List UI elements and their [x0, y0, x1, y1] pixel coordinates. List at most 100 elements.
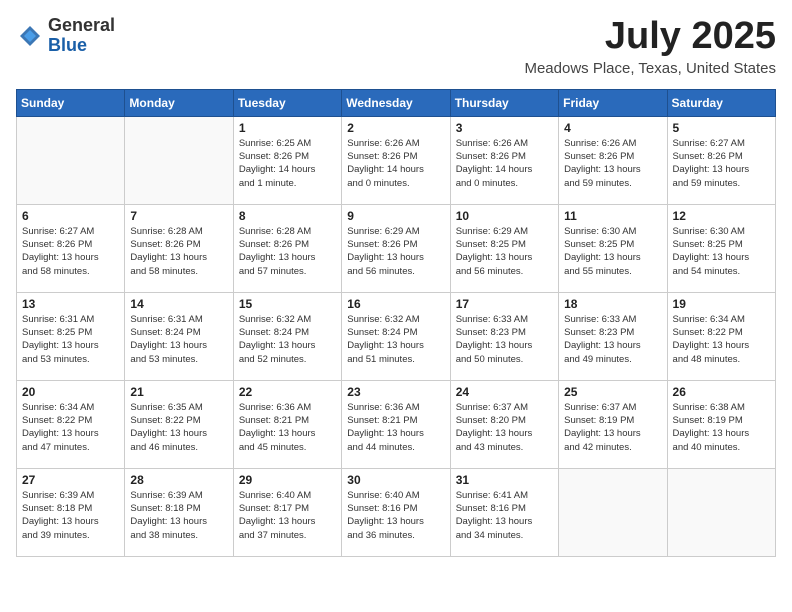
- calendar-cell: 24Sunrise: 6:37 AMSunset: 8:20 PMDayligh…: [450, 380, 558, 468]
- day-number: 10: [456, 209, 553, 223]
- cell-line: Daylight: 13 hours: [130, 428, 207, 439]
- cell-content: Sunrise: 6:35 AMSunset: 8:22 PMDaylight:…: [130, 401, 227, 454]
- month-title: July 2025: [524, 16, 776, 58]
- cell-line: Daylight: 13 hours: [22, 516, 99, 527]
- cell-line: Daylight: 13 hours: [347, 252, 424, 263]
- cell-content: Sunrise: 6:27 AMSunset: 8:26 PMDaylight:…: [673, 137, 770, 190]
- cell-line: and 1 minute.: [239, 178, 297, 189]
- calendar-cell: 2Sunrise: 6:26 AMSunset: 8:26 PMDaylight…: [342, 116, 450, 204]
- cell-line: Sunset: 8:19 PM: [564, 415, 634, 426]
- cell-line: Sunrise: 6:37 AM: [564, 402, 636, 413]
- calendar-cell: 8Sunrise: 6:28 AMSunset: 8:26 PMDaylight…: [233, 204, 341, 292]
- cell-line: Sunset: 8:24 PM: [347, 327, 417, 338]
- cell-content: Sunrise: 6:31 AMSunset: 8:24 PMDaylight:…: [130, 313, 227, 366]
- cell-line: Daylight: 13 hours: [456, 428, 533, 439]
- cell-line: Sunset: 8:26 PM: [456, 151, 526, 162]
- cell-line: and 44 minutes.: [347, 442, 415, 453]
- calendar-cell: 30Sunrise: 6:40 AMSunset: 8:16 PMDayligh…: [342, 468, 450, 556]
- calendar-cell: 20 Sunrise: 6:34 AMSunset: 8:22 PMDayligh…: [17, 380, 125, 468]
- cell-line: Sunset: 8:23 PM: [564, 327, 634, 338]
- cell-line: Sunset: 8:25 PM: [456, 239, 526, 250]
- cell-line: Sunset: 8:21 PM: [347, 415, 417, 426]
- cell-line: and 53 minutes.: [130, 354, 198, 365]
- cell-line: Sunset: 8:26 PM: [239, 239, 309, 250]
- day-number: 7: [130, 209, 227, 223]
- calendar-cell: 1 Sunrise: 6:25 AMSunset: 8:26 PMDaylight…: [233, 116, 341, 204]
- day-number: 14: [130, 297, 227, 311]
- cell-line: Sunrise: 6:33 AM: [564, 314, 636, 325]
- calendar-table: SundayMondayTuesdayWednesdayThursdayFrid…: [16, 89, 776, 557]
- day-number: 20: [22, 385, 119, 399]
- cell-line: and 50 minutes.: [456, 354, 524, 365]
- cell-line: Sunrise: 6:34 AM: [673, 314, 745, 325]
- week-row-2: 6Sunrise: 6:27 AMSunset: 8:26 PMDaylight…: [17, 204, 776, 292]
- calendar-cell: [125, 116, 233, 204]
- cell-content: Sunrise: 6:37 AMSunset: 8:20 PMDaylight:…: [456, 401, 553, 454]
- day-number: 26: [673, 385, 770, 399]
- calendar-cell: 11Sunrise: 6:30 AMSunset: 8:25 PMDayligh…: [559, 204, 667, 292]
- cell-content: Sunrise: 6:36 AMSunset: 8:21 PMDaylight:…: [347, 401, 444, 454]
- cell-content: Sunrise: 6:36 AMSunset: 8:21 PMDaylight:…: [239, 401, 336, 454]
- cell-line: Daylight: 13 hours: [564, 164, 641, 175]
- calendar-cell: 6Sunrise: 6:27 AMSunset: 8:26 PMDaylight…: [17, 204, 125, 292]
- calendar-cell: 31Sunrise: 6:41 AMSunset: 8:16 PMDayligh…: [450, 468, 558, 556]
- cell-line: Daylight: 14 hours: [239, 164, 316, 175]
- cell-line: Sunset: 8:21 PM: [239, 415, 309, 426]
- cell-line: Sunrise: 6:26 AM: [347, 138, 419, 149]
- cell-line: Daylight: 13 hours: [673, 428, 750, 439]
- calendar-cell: [17, 116, 125, 204]
- day-number: 1: [239, 121, 336, 135]
- cell-content: Sunrise: 6:38 AMSunset: 8:19 PMDaylight:…: [673, 401, 770, 454]
- cell-line: Sunset: 8:25 PM: [22, 327, 92, 338]
- cell-content: Sunrise: 6:34 AMSunset: 8:22 PMDaylight:…: [22, 401, 119, 454]
- day-number: 15: [239, 297, 336, 311]
- cell-line: Sunrise: 6:28 AM: [239, 226, 311, 237]
- calendar-cell: 21Sunrise: 6:35 AMSunset: 8:22 PMDayligh…: [125, 380, 233, 468]
- weekday-header-thursday: Thursday: [450, 89, 558, 116]
- cell-line: Sunrise: 6:30 AM: [564, 226, 636, 237]
- cell-line: and 48 minutes.: [673, 354, 741, 365]
- cell-line: Sunrise: 6:40 AM: [239, 490, 311, 501]
- cell-content: Sunrise: 6:26 AM Sunset: 8:26 PM Daylight:…: [564, 137, 661, 190]
- cell-line: Sunset: 8:18 PM: [22, 503, 92, 514]
- cell-line: Sunrise: 6:26 AM: [564, 138, 636, 149]
- cell-line: and 0 minutes.: [347, 178, 409, 189]
- cell-line: Sunset: 8:26 PM: [564, 151, 634, 162]
- day-number: 31: [456, 473, 553, 487]
- cell-line: Sunset: 8:24 PM: [239, 327, 309, 338]
- cell-line: Daylight: 13 hours: [239, 516, 316, 527]
- cell-content: Sunrise: 6:37 AMSunset: 8:19 PMDaylight:…: [564, 401, 661, 454]
- cell-line: Sunset: 8:22 PM: [22, 415, 92, 426]
- weekday-header-monday: Monday: [125, 89, 233, 116]
- calendar-cell: [559, 468, 667, 556]
- cell-line: Sunrise: 6:39 AM: [130, 490, 202, 501]
- cell-line: and 38 minutes.: [130, 530, 198, 541]
- cell-line: and 59 minutes.: [564, 178, 632, 189]
- cell-content: Sunrise: 6:39 AMSunset: 8:18 PMDaylight:…: [130, 489, 227, 542]
- cell-content: Sunrise: 6:25 AMSunset: 8:26 PMDaylight:…: [239, 137, 336, 190]
- day-number: 6: [22, 209, 119, 223]
- calendar-cell: 18Sunrise: 6:33 AMSunset: 8:23 PMDayligh…: [559, 292, 667, 380]
- cell-line: Sunrise: 6:29 AM: [347, 226, 419, 237]
- calendar-cell: 7Sunrise: 6:28 AMSunset: 8:26 PMDaylight…: [125, 204, 233, 292]
- cell-content: Sunrise: 6:26 AMSunset: 8:26 PMDaylight:…: [347, 137, 444, 190]
- cell-line: Daylight: 13 hours: [673, 252, 750, 263]
- weekday-header-tuesday: Tuesday: [233, 89, 341, 116]
- cell-line: Sunrise: 6:31 AM: [22, 314, 94, 325]
- logo-text: General Blue: [48, 16, 115, 56]
- weekday-header-saturday: Saturday: [667, 89, 775, 116]
- cell-line: Daylight: 13 hours: [239, 428, 316, 439]
- cell-line: Sunset: 8:25 PM: [673, 239, 743, 250]
- cell-line: and 43 minutes.: [456, 442, 524, 453]
- week-row-4: 20 Sunrise: 6:34 AMSunset: 8:22 PMDayligh…: [17, 380, 776, 468]
- cell-line: Sunset: 8:17 PM: [239, 503, 309, 514]
- cell-line: Sunset: 8:26 PM: [673, 151, 743, 162]
- cell-line: Sunrise: 6:31 AM: [130, 314, 202, 325]
- cell-line: Sunrise: 6:41 AM: [456, 490, 528, 501]
- cell-content: Sunrise: 6:33 AMSunset: 8:23 PMDaylight:…: [564, 313, 661, 366]
- calendar-cell: 10Sunrise: 6:29 AMSunset: 8:25 PMDayligh…: [450, 204, 558, 292]
- cell-line: and 57 minutes.: [239, 266, 307, 277]
- cell-line: Sunset: 8:25 PM: [564, 239, 634, 250]
- cell-line: and 0 minutes.: [456, 178, 518, 189]
- day-number: 4: [564, 121, 661, 135]
